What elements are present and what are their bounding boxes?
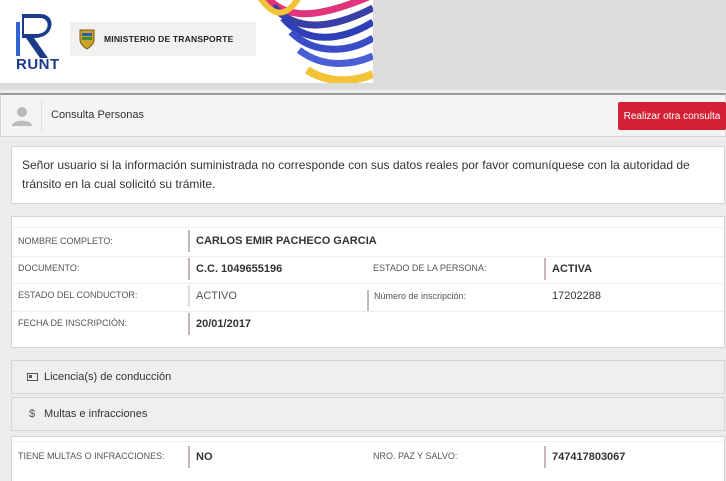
header-banner: RUNT MINISTERIO DE TRANSPORTE (0, 0, 726, 90)
multas-label: Multas e infracciones (44, 408, 148, 420)
divider (12, 311, 724, 312)
multas-panel: TIENE MULTAS O INFRACCIONES: NO NRO. PAZ… (11, 436, 725, 481)
ministerio-logo: MINISTERIO DE TRANSPORTE (70, 22, 256, 56)
estado-persona-value: ACTIVA (544, 258, 592, 280)
new-query-button[interactable]: Realizar otra consulta (618, 102, 726, 130)
banner-logo-area: RUNT MINISTERIO DE TRANSPORTE (0, 0, 373, 83)
multas-section-header[interactable]: $ Multas e infracciones (11, 397, 725, 431)
divider (41, 101, 42, 131)
estado-persona-label: ESTADO DE LA PERSONA: (373, 263, 487, 273)
licencias-section-header[interactable]: Licencia(s) de conducción (11, 360, 725, 394)
id-card-icon (26, 373, 38, 381)
num-inscripcion-value: 17202288 (552, 290, 601, 302)
ministerio-label: MINISTERIO DE TRANSPORTE (104, 34, 234, 44)
documento-value: C.C. 1049655196 (188, 258, 282, 280)
tiene-multas-value: NO (188, 446, 213, 468)
estado-conductor-label: ESTADO DEL CONDUCTOR: (18, 290, 138, 300)
dollar-icon: $ (28, 408, 36, 420)
divider (12, 256, 724, 257)
fecha-label: FECHA DE INSCRIPCIÓN: (18, 318, 128, 328)
tiene-multas-label: TIENE MULTAS O INFRACCIONES: (18, 451, 165, 461)
notice-box: Señor usuario si la información suminist… (11, 146, 725, 204)
documento-label: DOCUMENTO: (18, 263, 80, 273)
consulta-header: Consulta Personas Realizar otra consulta (0, 93, 726, 137)
person-info-panel: NOMBRE COMPLETO: CARLOS EMIR PACHECO GAR… (11, 216, 725, 348)
paz-salvo-value: 747417803067 (544, 446, 625, 468)
user-icon (12, 107, 32, 126)
runt-text: RUNT (16, 56, 60, 73)
divider (12, 441, 724, 442)
divider (12, 227, 724, 228)
fecha-value: 20/01/2017 (188, 313, 251, 335)
paz-salvo-label: NRO. PAZ Y SALVO: (373, 451, 458, 461)
coat-of-arms-icon (79, 29, 95, 50)
num-inscripcion-label: Número de inscripción: (367, 290, 466, 312)
page-title: Consulta Personas (51, 109, 144, 121)
nombre-label: NOMBRE COMPLETO: (18, 236, 113, 246)
decorative-waves (258, 0, 373, 83)
nombre-value: CARLOS EMIR PACHECO GARCIA (188, 230, 377, 252)
estado-conductor-value: ACTIVO (188, 285, 237, 307)
licencias-label: Licencia(s) de conducción (44, 371, 172, 383)
divider (12, 283, 724, 284)
